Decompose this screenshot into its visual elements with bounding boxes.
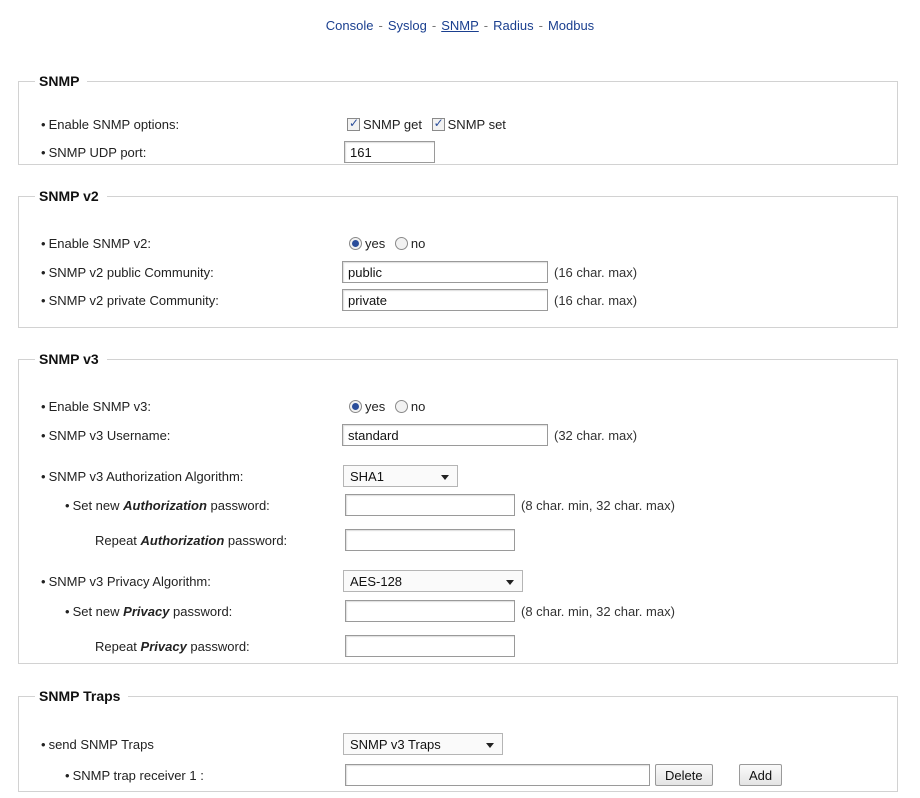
- snmp-get-checkbox[interactable]: ✓: [347, 116, 360, 131]
- traps-send-row: • send SNMP Traps SNMP v3 Traps: [19, 733, 897, 757]
- v3-privacy-algorithm-select[interactable]: AES-128: [343, 570, 523, 592]
- v3-auth-algorithm-value: SHA1: [350, 469, 384, 484]
- v3-priv-repeat-label: Repeat Privacy password:: [95, 639, 250, 654]
- chevron-down-icon: [441, 475, 449, 480]
- v3-username-label: • SNMP v3 Username:: [41, 428, 171, 443]
- send-snmp-traps-select[interactable]: SNMP v3 Traps: [343, 733, 503, 755]
- v3-yes-radio[interactable]: [349, 400, 362, 413]
- snmp-legend: SNMP: [39, 73, 80, 89]
- snmp-set-label: SNMP set: [447, 117, 506, 132]
- v3-privacy-repeat-input[interactable]: [345, 635, 515, 657]
- v3-privacy-password-input[interactable]: [345, 600, 515, 622]
- v3-username-input[interactable]: [342, 424, 548, 446]
- v3-no-label: no: [410, 399, 426, 414]
- v3-auth-password-input[interactable]: [345, 494, 515, 516]
- v2-public-row: •SNMP v2 public Community: (16 char. max…: [19, 261, 897, 285]
- trap-receiver-1-input[interactable]: [345, 764, 650, 786]
- snmp-section: SNMP • Enable SNMP options: ✓ SNMP get ✓ SN…: [18, 73, 898, 165]
- snmp-options: ✓ SNMP get ✓ SNMP set: [347, 116, 512, 132]
- snmp-port-label: • SNMP UDP port:: [41, 145, 147, 160]
- v2-public-label: • SNMP v2 public Community:: [41, 265, 214, 280]
- nav-separator: -: [378, 18, 383, 33]
- v3-priv-repeat-row: Repeat Privacy password:: [19, 635, 897, 659]
- v3-privacy-hint: (8 char. min, 32 char. max): [521, 604, 675, 619]
- v3-priv-algo-label: • SNMP v3 Privacy Algorithm:: [41, 574, 211, 589]
- v3-enable-label: • Enable SNMP v3:: [41, 399, 151, 414]
- v2-private-row: •SNMP v2 private Community: (16 char. ma…: [19, 289, 897, 313]
- v3-priv-new-label: • Set new Privacy password:: [65, 604, 233, 619]
- snmp-v3-legend: SNMP v3: [39, 351, 99, 367]
- v2-enable-row: • Enable SNMP v2: yes no: [19, 232, 897, 256]
- snmp-set-checkbox[interactable]: ✓: [431, 116, 445, 131]
- v3-auth-algorithm-select[interactable]: SHA1: [343, 465, 458, 487]
- v3-auth-new-row: • Set new Authorization password: (8 char…: [19, 494, 897, 518]
- snmp-traps-section: SNMP Traps • send SNMP Traps SNMP v3 Trap…: [18, 688, 898, 792]
- snmp-v2-legend: SNMP v2: [39, 188, 99, 204]
- traps-send-label: • send SNMP Traps: [41, 737, 154, 752]
- snmp-traps-legend: SNMP Traps: [39, 688, 121, 704]
- v3-priv-algo-row: • SNMP v3 Privacy Algorithm: AES-128: [19, 570, 897, 594]
- v2-enable-label: • Enable SNMP v2:: [41, 236, 151, 251]
- v3-username-row: •SNMP v3 Username: (32 char. max): [19, 424, 897, 448]
- v2-yes-label: yes: [365, 236, 386, 251]
- add-button[interactable]: Add: [739, 764, 783, 786]
- v3-auth-hint: (8 char. min, 32 char. max): [521, 498, 675, 513]
- v3-auth-new-label: • Set new Authorization password:: [65, 498, 270, 513]
- nav-separator: -: [483, 18, 489, 33]
- v3-priv-new-row: • Set new Privacy password: (8 char. min,…: [19, 600, 897, 624]
- v2-public-hint: (16 char. max): [554, 265, 638, 280]
- send-snmp-traps-value: SNMP v3 Traps: [350, 737, 441, 752]
- v3-enable-row: • Enable SNMP v3: yes no: [19, 395, 897, 419]
- v2-private-community-input[interactable]: [342, 289, 548, 311]
- snmp-v2-section: SNMP v2 • Enable SNMP v2: yes no • SNMP v2…: [18, 188, 898, 328]
- nav-console[interactable]: Console: [326, 18, 374, 33]
- nav-separator: -: [431, 18, 437, 33]
- v3-enable-options: yes no: [349, 399, 431, 414]
- traps-receiver-row: • SNMP trap receiver 1 : Delete Add: [19, 764, 897, 788]
- v3-auth-repeat-label: Repeat Authorization password:: [95, 533, 288, 548]
- chevron-down-icon: [486, 743, 494, 748]
- v3-no-radio[interactable]: [394, 400, 408, 413]
- v3-auth-repeat-row: Repeat Authorization password:: [19, 529, 897, 553]
- v2-no-label: no: [410, 236, 426, 251]
- v2-no-radio[interactable]: [394, 237, 408, 250]
- nav-snmp[interactable]: SNMP: [441, 18, 479, 33]
- nav-modbus[interactable]: Modbus: [548, 18, 594, 33]
- v3-username-hint: (32 char. max): [554, 428, 638, 443]
- v3-auth-algo-row: • SNMP v3 Authorization Algorithm: SHA1: [19, 465, 897, 489]
- snmp-v3-section: SNMP v3 • Enable SNMP v3: yes no • SNMP v3…: [18, 351, 898, 664]
- v3-auth-algo-label: • SNMP v3 Authorization Algorithm:: [41, 469, 244, 484]
- delete-button[interactable]: Delete: [655, 764, 713, 786]
- v3-privacy-algorithm-value: AES-128: [350, 574, 403, 589]
- v3-auth-repeat-input[interactable]: [345, 529, 515, 551]
- nav-separator: -: [538, 18, 543, 33]
- nav-radius[interactable]: Radius: [493, 18, 533, 33]
- top-nav: Console - Syslog - SNMP - Radius - Modbus: [0, 18, 920, 33]
- v2-yes-radio[interactable]: [349, 237, 362, 250]
- snmp-get-label: SNMP get: [363, 117, 423, 132]
- traps-receiver-label: • SNMP trap receiver 1 :: [65, 768, 204, 783]
- chevron-down-icon: [506, 580, 514, 585]
- nav-syslog[interactable]: Syslog: [388, 18, 427, 33]
- snmp-enable-label: • Enable SNMP options:: [41, 117, 180, 132]
- v3-yes-label: yes: [365, 399, 386, 414]
- v2-private-label: • SNMP v2 private Community:: [41, 293, 219, 308]
- v2-public-community-input[interactable]: [342, 261, 548, 283]
- snmp-udp-port-input[interactable]: [344, 141, 435, 163]
- v2-private-hint: (16 char. max): [554, 293, 638, 308]
- snmp-enable-row: • Enable SNMP options: ✓ SNMP get ✓ SNMP se…: [19, 113, 897, 137]
- v2-enable-options: yes no: [349, 236, 431, 251]
- snmp-port-row: • SNMP UDP port:: [19, 141, 897, 165]
